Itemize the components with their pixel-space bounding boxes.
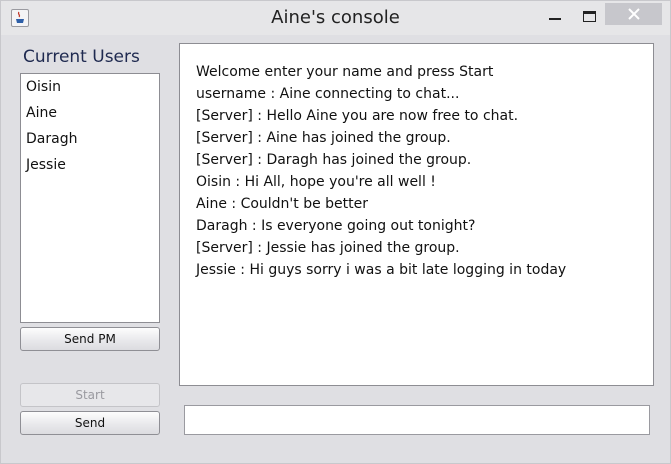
- chat-message: Aine : Couldn't be better: [196, 196, 369, 212]
- minimize-button[interactable]: [544, 5, 566, 27]
- user-list-item[interactable]: Aine: [21, 100, 159, 126]
- app-window: Aine's console Current Users Oisin Aine …: [0, 0, 671, 464]
- user-list-item[interactable]: Daragh: [21, 126, 159, 152]
- current-users-label: Current Users: [23, 47, 140, 67]
- chat-message: [Server] : Hello Aine you are now free t…: [196, 108, 519, 124]
- chat-message: [Server] : Aine has joined the group.: [196, 130, 451, 146]
- chat-message: [Server] : Daragh has joined the group.: [196, 152, 472, 168]
- chat-message: Oisin : Hi All, hope you're all well !: [196, 174, 436, 190]
- users-list[interactable]: Oisin Aine Daragh Jessie: [20, 73, 160, 323]
- title-bar[interactable]: Aine's console: [1, 1, 670, 35]
- chat-log[interactable]: Welcome enter your name and press Start …: [179, 43, 654, 386]
- message-input[interactable]: [184, 405, 650, 435]
- chat-message: [Server] : Jessie has joined the group.: [196, 240, 460, 256]
- start-button[interactable]: Start: [20, 383, 160, 407]
- chat-message: username : Aine connecting to chat...: [196, 86, 460, 102]
- minimize-icon: [549, 18, 561, 20]
- user-list-item[interactable]: Oisin: [21, 74, 159, 100]
- chat-message: Jessie : Hi guys sorry i was a bit late …: [196, 262, 567, 278]
- maximize-button[interactable]: [578, 5, 600, 27]
- user-list-item[interactable]: Jessie: [21, 152, 159, 178]
- maximize-icon: [582, 10, 596, 22]
- close-icon: [627, 8, 640, 20]
- chat-message: Welcome enter your name and press Start: [196, 64, 494, 80]
- close-button[interactable]: [605, 3, 662, 25]
- chat-message: Daragh : Is everyone going out tonight?: [196, 218, 476, 234]
- send-button[interactable]: Send: [20, 411, 160, 435]
- window-title: Aine's console: [271, 7, 400, 28]
- send-pm-button[interactable]: Send PM: [20, 327, 160, 351]
